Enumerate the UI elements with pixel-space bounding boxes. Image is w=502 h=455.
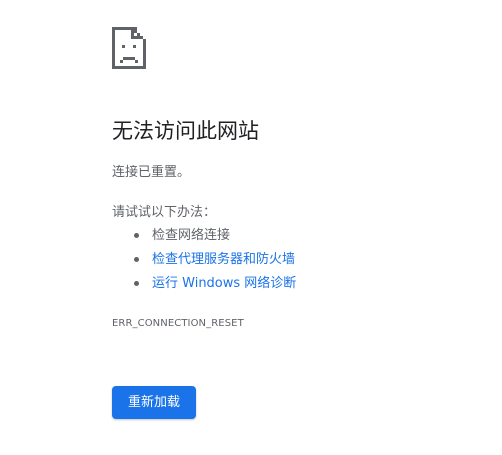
error-message: 连接已重置。 <box>112 165 191 180</box>
suggestion-item-check-network: 检查网络连接 <box>112 227 296 251</box>
bullet-icon <box>134 281 139 286</box>
suggestion-label: 检查网络连接 <box>152 228 231 243</box>
bullet-icon <box>134 233 139 238</box>
suggestion-item-check-proxy-firewall: 检查代理服务器和防火墙 <box>112 251 296 275</box>
reload-button[interactable]: 重新加载 <box>112 386 196 419</box>
error-code: ERR_CONNECTION_RESET <box>112 318 244 329</box>
suggestions-list: 检查网络连接 检查代理服务器和防火墙 运行 Windows 网络诊断 <box>112 227 296 299</box>
suggestion-item-windows-diagnostics: 运行 Windows 网络诊断 <box>112 275 296 299</box>
suggestions-heading: 请试试以下办法： <box>112 205 217 220</box>
windows-network-diagnostics-link[interactable]: 运行 Windows 网络诊断 <box>152 276 296 291</box>
error-title: 无法访问此网站 <box>112 119 259 143</box>
bullet-icon <box>134 257 139 262</box>
check-proxy-firewall-link[interactable]: 检查代理服务器和防火墙 <box>152 252 295 267</box>
sad-page-icon <box>112 27 146 69</box>
